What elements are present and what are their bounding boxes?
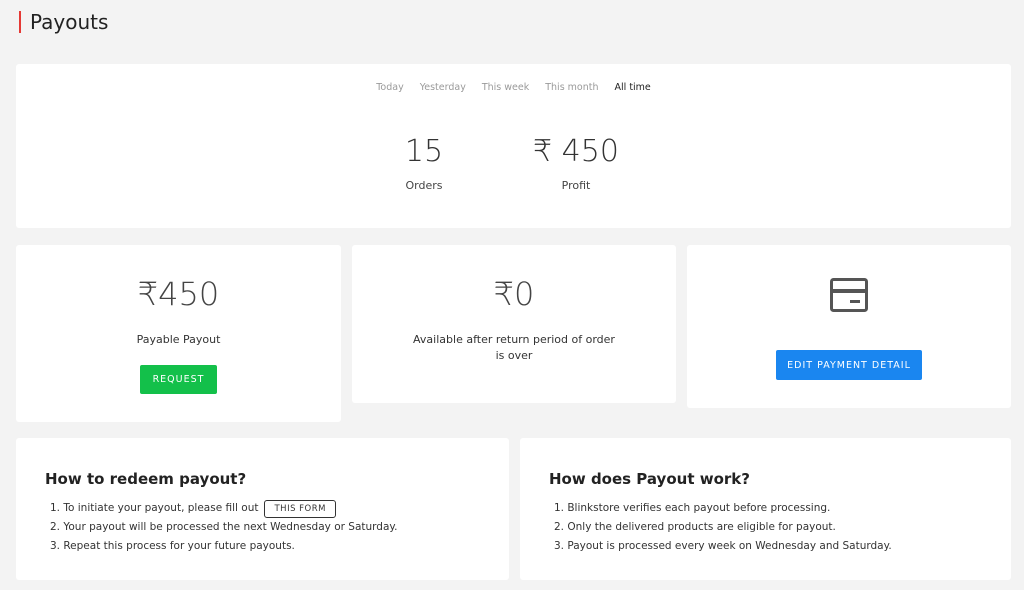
profit-stat: ₹ 450 Profit <box>506 134 646 192</box>
credit-card-icon <box>830 278 868 312</box>
profit-value: ₹ 450 <box>533 134 619 169</box>
available-amount: ₹0 <box>493 275 535 313</box>
edit-payment-detail-button[interactable]: EDIT PAYMENT DETAIL <box>776 350 922 380</box>
stats-card: Today Yesterday This week This month All… <box>16 64 1011 228</box>
time-filter-tabs: Today Yesterday This week This month All… <box>16 82 1011 93</box>
filter-today[interactable]: Today <box>376 82 403 93</box>
payment-detail-card: EDIT PAYMENT DETAIL <box>687 245 1011 408</box>
orders-value: 15 <box>404 134 444 169</box>
list-item: 2. Your payout will be processed the nex… <box>50 518 397 537</box>
payable-amount: ₹450 <box>137 275 220 313</box>
list-item: 3. Repeat this process for your future p… <box>50 537 397 556</box>
profit-label: Profit <box>561 179 591 192</box>
page-header: Payouts <box>19 10 108 34</box>
how-step-3: 3. Payout is processed every week on Wed… <box>554 540 892 552</box>
payable-caption: Payable Payout <box>136 333 221 346</box>
this-form-link[interactable]: THIS FORM <box>264 499 336 518</box>
list-item: 3. Payout is processed every week on Wed… <box>554 537 892 556</box>
how-payout-works-card: How does Payout work? 1. Blinkstore veri… <box>520 438 1011 580</box>
page-title: Payouts <box>30 10 109 34</box>
list-item: 1. To initiate your payout, please fill … <box>50 499 397 518</box>
list-item: 1. Blinkstore verifies each payout befor… <box>554 499 892 518</box>
redeem-step-1: 1. To initiate your payout, please fill … <box>50 502 259 514</box>
orders-stat: 15 Orders <box>386 134 462 192</box>
available-caption: Available after return period of order i… <box>413 333 615 362</box>
redeem-step-3: 3. Repeat this process for your future p… <box>50 540 295 552</box>
filter-all-time[interactable]: All time <box>615 82 651 93</box>
payable-payout-card: ₹450 Payable Payout REQUEST <box>16 245 341 422</box>
filter-yesterday[interactable]: Yesterday <box>420 82 466 93</box>
request-button[interactable]: REQUEST <box>140 365 217 394</box>
title-accent-bar <box>19 11 21 33</box>
how-step-1: 1. Blinkstore verifies each payout befor… <box>554 502 831 514</box>
how-title: How does Payout work? <box>549 470 750 488</box>
redeem-steps: 1. To initiate your payout, please fill … <box>50 499 397 556</box>
filter-this-month[interactable]: This month <box>545 82 598 93</box>
orders-label: Orders <box>405 179 443 192</box>
filter-this-week[interactable]: This week <box>482 82 529 93</box>
list-item: 2. Only the delivered products are eligi… <box>554 518 892 537</box>
how-step-2: 2. Only the delivered products are eligi… <box>554 521 836 533</box>
redeem-info-card: How to redeem payout? 1. To initiate you… <box>16 438 509 580</box>
available-payout-card: ₹0 Available after return period of orde… <box>352 245 676 403</box>
redeem-step-2: 2. Your payout will be processed the nex… <box>50 521 398 533</box>
redeem-title: How to redeem payout? <box>45 470 247 488</box>
how-steps: 1. Blinkstore verifies each payout befor… <box>554 499 892 556</box>
